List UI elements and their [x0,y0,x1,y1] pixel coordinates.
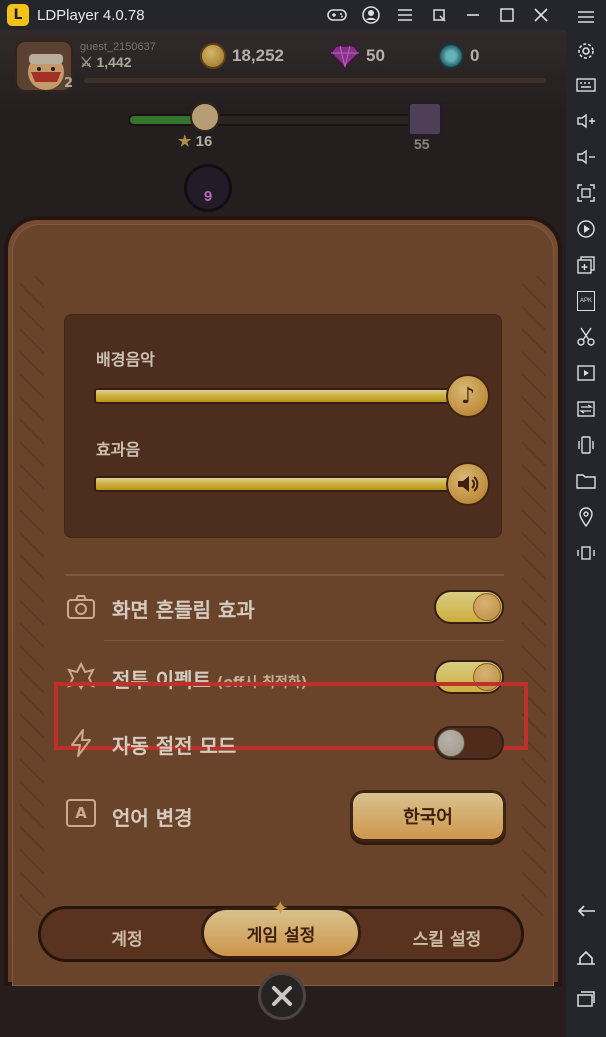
player-name: guest_2150637 [80,41,156,53]
screen-shake-toggle[interactable] [434,590,504,624]
tab-account[interactable]: 계정 [67,917,187,957]
back-icon[interactable] [566,896,606,926]
volume-up-icon[interactable] [566,106,606,136]
language-label: 언어 변경 [112,806,193,830]
folder-icon[interactable] [566,466,606,496]
stars-counter: ★ 16 [178,133,213,150]
enemy-portrait[interactable] [408,102,442,136]
scissors-icon[interactable] [566,322,606,352]
sfx-label: 효과음 [96,440,141,459]
popout-icon[interactable] [422,0,456,30]
language-icon: A [64,796,98,830]
account-icon[interactable] [354,0,388,30]
exp-bar [84,78,546,83]
keyboard-icon[interactable] [566,70,606,100]
rotate-icon[interactable] [566,538,606,568]
tab-skill-settings[interactable]: 스킬 설정 [387,917,507,957]
speaker-icon [458,476,479,492]
home-icon[interactable] [566,942,606,972]
location-icon[interactable] [566,502,606,532]
power-save-label: 자동 절전 모드 [112,734,237,758]
sfx-slider-handle[interactable] [446,462,490,506]
sfx-slider[interactable] [94,476,456,492]
screenshot-fullscreen-icon[interactable] [566,178,606,208]
player-power: ⚔ 1,442 [80,54,132,70]
video-icon[interactable] [566,358,606,388]
screen-shake-label: 화면 흔들림 효과 [112,598,255,622]
emulator-toolbar: APK [566,0,606,1037]
audio-settings-box: 배경음악 ♪ 효과음 [64,314,502,538]
bgm-label: 배경음악 [96,350,155,369]
gem-icon [330,45,360,68]
apk-icon[interactable]: APK [566,286,606,316]
menu-icon[interactable] [388,0,422,30]
ldplayer-logo-icon: L [7,4,29,26]
stage-progress-bar [128,114,432,126]
token-counter[interactable]: 0 [438,42,479,70]
row-divider [104,640,504,641]
star-icon: ★ [178,133,192,150]
token-icon [438,43,464,69]
volume-down-icon[interactable] [566,142,606,172]
bgm-slider[interactable] [94,388,456,404]
stage-badge[interactable]: 9 [184,164,232,212]
game-screen: 2 guest_2150637 ⚔ 1,442 18,252 50 0 ★ 16… [0,30,566,1037]
tab-ornament-icon: ✦ [272,896,289,920]
add-instance-icon[interactable] [566,250,606,280]
title-bar: L LDPlayer 4.0.78 [0,0,566,30]
camera-icon [64,590,98,624]
recent-apps-icon[interactable] [566,984,606,1014]
gold-coin-icon [200,43,226,69]
gamepad-icon[interactable] [320,0,354,30]
enemy-level: 55 [414,136,430,152]
collapse-toolbar-icon[interactable] [566,2,606,32]
lightning-icon [64,726,98,760]
language-select-button[interactable]: 한국어 [350,790,506,842]
settings-panel: 배경음악 ♪ 효과음 화면 흔들림 효과 전투 이펙트 (off시 최적화) 자… [4,216,562,986]
section-divider [66,574,504,576]
gem-counter[interactable]: 50 [330,42,385,70]
ldplayer-window: L LDPlayer 4.0.78 APK 2 guest_2150637 ⚔ … [0,0,606,1037]
maximize-icon[interactable] [490,0,524,30]
window-title: LDPlayer 4.0.78 [37,6,145,24]
shake-icon[interactable] [566,430,606,460]
music-note-icon: ♪ [460,383,476,409]
close-x-icon [272,986,292,1006]
sync-icon[interactable] [566,394,606,424]
stage-character-icon [190,102,220,132]
close-icon[interactable] [524,0,558,30]
close-settings-button[interactable] [258,972,306,1020]
bgm-slider-handle[interactable]: ♪ [446,374,490,418]
settings-icon[interactable] [566,36,606,66]
player-level: 2 [64,76,74,91]
swords-icon: ⚔ [80,54,93,70]
gold-counter[interactable]: 18,252 [200,42,284,70]
power-save-toggle[interactable] [434,726,504,760]
minimize-icon[interactable] [456,0,490,30]
record-icon[interactable] [566,214,606,244]
